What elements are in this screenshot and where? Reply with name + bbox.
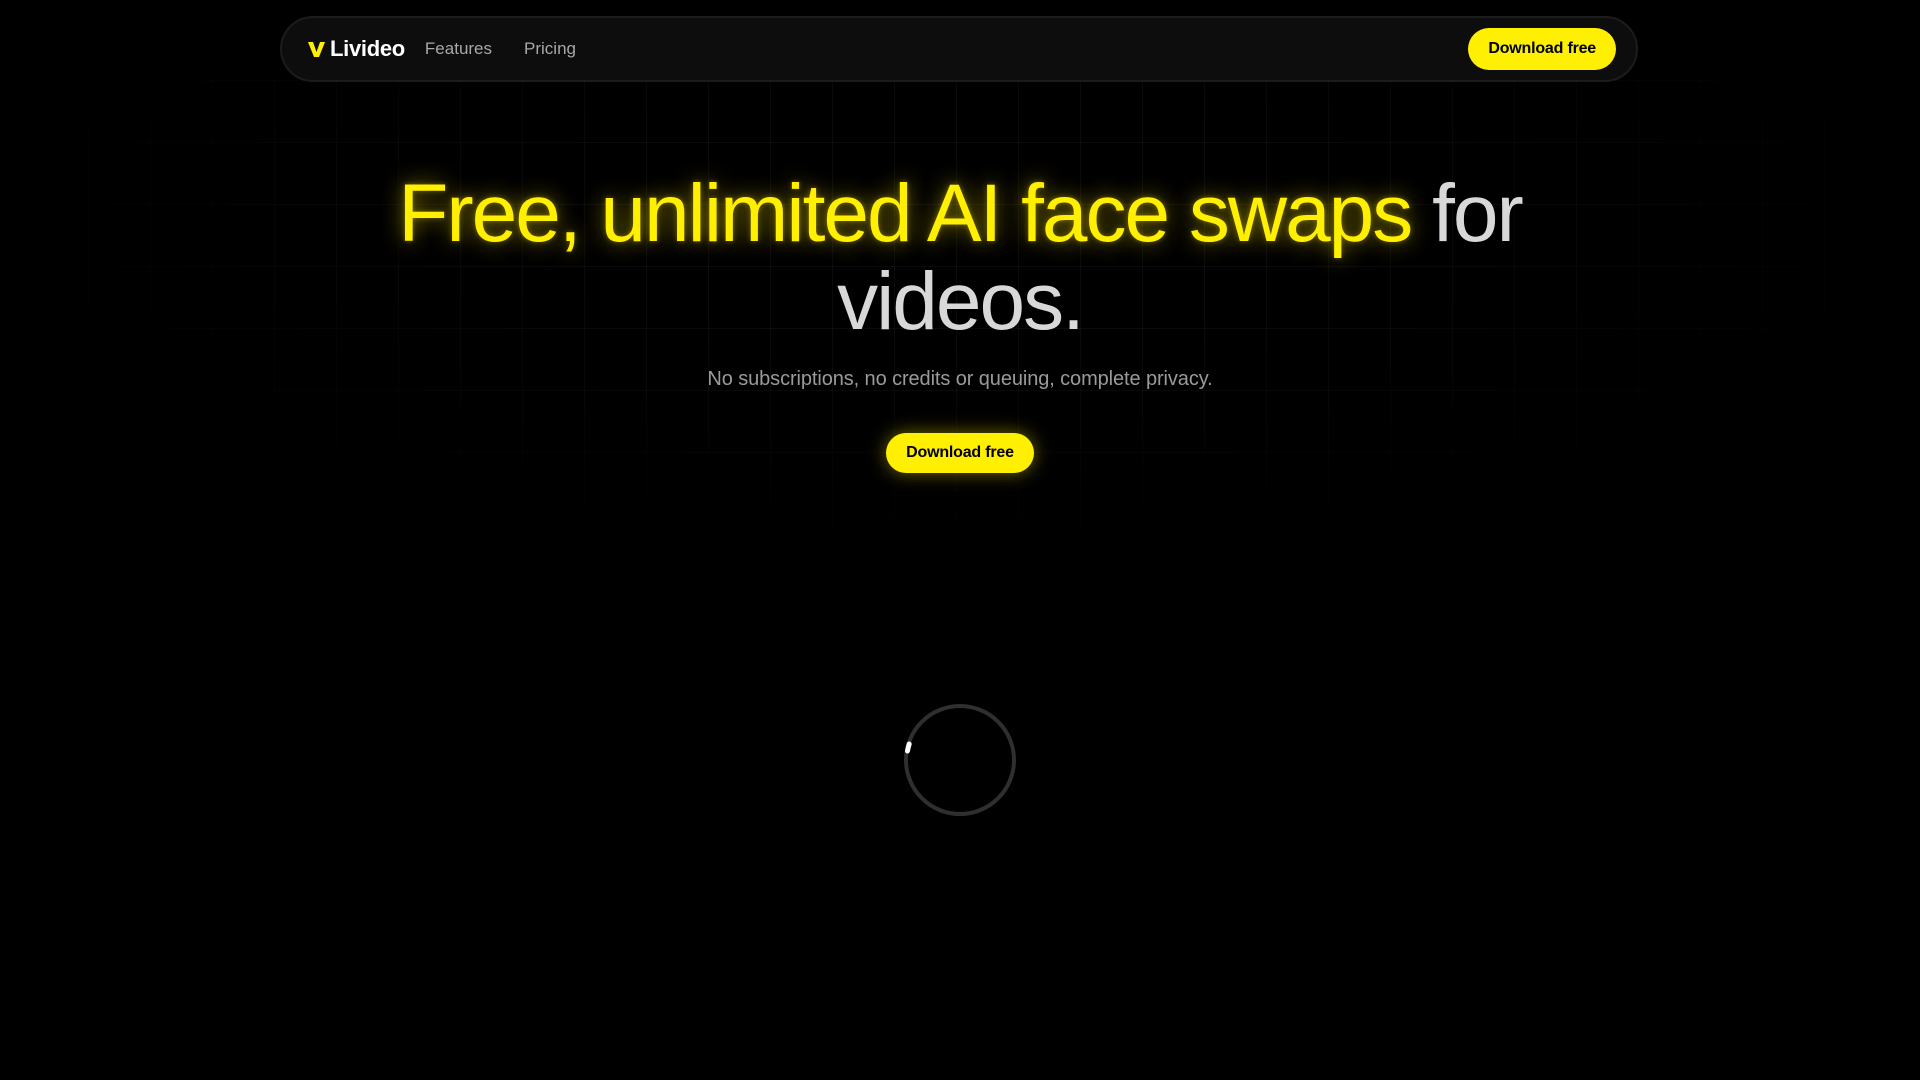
brand-name: Livideo xyxy=(330,36,405,61)
top-navbar: Livideo Features Pricing Download free xyxy=(280,16,1638,82)
nav-link-pricing[interactable]: Pricing xyxy=(524,39,576,59)
loading-spinner-icon xyxy=(904,704,1016,816)
brand-logo-icon xyxy=(308,41,325,57)
nav-link-features[interactable]: Features xyxy=(425,39,492,59)
hero-headline: Free, unlimited AI face swaps for videos… xyxy=(360,170,1560,346)
hero-subheadline: No subscriptions, no credits or queuing,… xyxy=(707,368,1213,390)
hero-download-button[interactable]: Download free xyxy=(886,433,1034,473)
nav-download-button[interactable]: Download free xyxy=(1468,28,1616,70)
hero-section: Free, unlimited AI face swaps for videos… xyxy=(0,170,1920,473)
brand-logo-link[interactable]: Livideo xyxy=(308,36,405,62)
hero-headline-highlight: Free, unlimited AI face swaps xyxy=(398,168,1413,259)
landing-page: Livideo Features Pricing Download free F… xyxy=(0,0,1920,1080)
